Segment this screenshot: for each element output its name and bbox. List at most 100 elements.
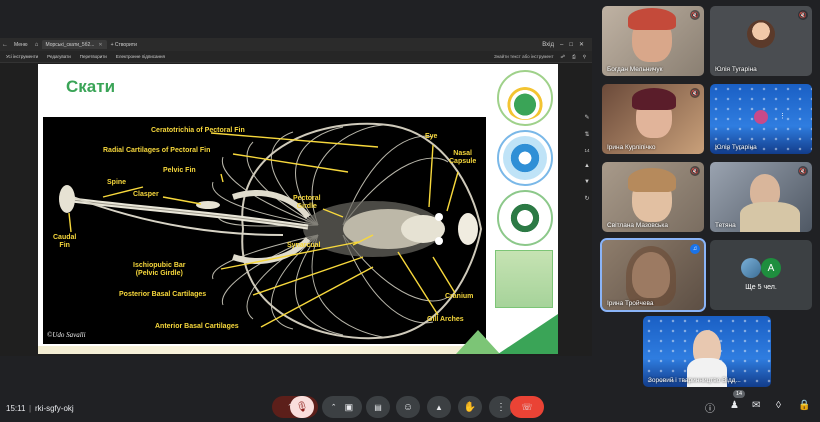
separator: | (29, 403, 32, 413)
label-synarcual: Synarcual (287, 242, 321, 249)
label-cranium: Cranium (445, 293, 474, 300)
more-options-icon[interactable]: ⋮ (779, 112, 786, 120)
label-posterior-basal: Posterior Basal Cartilages (119, 291, 207, 298)
close-window-icon[interactable]: ✕ (579, 41, 584, 48)
slide-decoration-light (456, 330, 500, 354)
search-icon[interactable]: ⚲ (583, 54, 586, 60)
participant-tile[interactable]: 🔇 Ірина Курліпічко (602, 84, 704, 154)
raise-hand-button[interactable]: ✋ (458, 396, 482, 418)
minimize-icon[interactable]: – (560, 42, 563, 48)
participant-hair (628, 8, 676, 30)
hand-icon: ✋ (463, 401, 477, 413)
toolbar-all-tools[interactable]: Усі інструменти (6, 54, 38, 59)
participant-name: Зоровий і тваринництво Відд... (648, 377, 741, 384)
mic-off-icon: 🎙 (295, 401, 309, 413)
emoji-icon: ☺ (402, 401, 414, 413)
camera-toggle-button[interactable]: ⌃ ▣ (322, 396, 362, 418)
label-pectoral-girdle: Pectoral Girdle (293, 195, 321, 210)
close-tab-icon[interactable]: ✕ (98, 42, 102, 48)
mic-off-icon: 🔇 (690, 166, 700, 176)
tab-menu[interactable]: Меню (10, 40, 32, 49)
refresh-icon[interactable]: ↻ (584, 195, 589, 202)
speaking-icon: ♫ (690, 244, 700, 254)
chevron-up-icon[interactable]: ⌃ (331, 403, 337, 411)
avatar-letter: А (761, 258, 781, 278)
present-button[interactable]: ▲ (427, 396, 451, 418)
share-icon[interactable]: ⇅ (584, 131, 589, 138)
mic-off-icon: 🔇 (690, 10, 700, 20)
toolbar-e-sign[interactable]: Електронне підписання (116, 54, 165, 59)
participant-tile[interactable]: 🔇 Богдан Мельничук (602, 6, 704, 76)
pin-icon[interactable] (754, 110, 768, 124)
mic-off-button[interactable]: 🎙 (290, 396, 314, 418)
document-toolbar: Усі інструменти Редагувати Перетворити Е… (0, 51, 592, 63)
more-participants-tile[interactable]: А Ще 5 чел. (710, 240, 812, 310)
maximize-icon[interactable]: □ (569, 42, 573, 48)
label-ischiopubic-bar: Ischiopubic Bar (Pelvic Girdle) (133, 262, 186, 277)
people-icon[interactable]: ♟ (730, 400, 739, 411)
shared-screen: ← Меню ⌂ Морські_скати_5б2... ✕ + Створи… (0, 38, 592, 356)
comment-icon[interactable]: ✎ (584, 114, 589, 121)
participant-name: Ірина Курліпічко (607, 144, 656, 151)
participant-hair (628, 168, 676, 192)
leave-call-button[interactable]: ☏ (510, 396, 544, 418)
scroll-down-icon[interactable]: ▼ (584, 179, 590, 185)
participant-name: Богдан Мельничук (607, 66, 663, 73)
present-screen-icon: ▲ (435, 402, 443, 412)
slide-bottom-stripe (38, 346, 478, 354)
home-icon[interactable]: ⌂ (32, 40, 42, 49)
slide-decoration (498, 314, 558, 354)
page-number: 14 (584, 148, 590, 153)
label-clasper: Clasper (133, 191, 159, 198)
slide-title: Скати (66, 77, 116, 96)
avatar (741, 258, 761, 278)
hang-up-icon: ☏ (521, 401, 533, 412)
avatar (747, 20, 775, 48)
meeting-controls-bar: 15:11 | rki-sgfy-okj ⌃ 🎙 ⌃ ▣ ▤ ☺ ▲ ✋ ⋮ ☏… (0, 390, 820, 422)
elephant-logo (497, 190, 553, 246)
link-icon[interactable]: ☍ (561, 54, 566, 60)
sign-in-label[interactable]: Вхід (542, 42, 554, 48)
label-nasal-capsule: Nasal Capsule (449, 150, 477, 165)
reactions-button[interactable]: ☺ (396, 396, 420, 418)
search-field[interactable]: Знайти текст або інструмент (494, 54, 554, 59)
document-side-tools: ✎ ⇅ 14 ▲ ▼ ↻ (582, 114, 592, 202)
participant-tile[interactable]: 🔇 Тетяна (710, 162, 812, 232)
tab-new[interactable]: + Створити (107, 40, 141, 49)
ray-skeleton-diagram: Ceratotrichia of Pectoral Fin Radial Car… (43, 117, 486, 344)
participant-hair (626, 246, 676, 306)
participant-tile[interactable]: 🔇 Юлія Тугаріна (710, 6, 812, 76)
tab-document[interactable]: Морські_скати_5б2... ✕ (41, 40, 107, 49)
participant-name: Тетяна (715, 222, 736, 229)
participant-tile[interactable]: ⋮ Юлія Тугаріна (710, 84, 812, 154)
scroll-up-icon[interactable]: ▲ (584, 163, 590, 169)
tab-document-label: Морські_скати_5б2... (45, 41, 95, 48)
camera-icon: ▣ (344, 401, 354, 412)
participant-tile[interactable]: Зоровий і тваринництво Відд... (643, 316, 771, 387)
mic-off-icon: 🔇 (690, 88, 700, 98)
info-icon[interactable]: ⓘ (705, 400, 715, 415)
captions-button[interactable]: ▤ (366, 396, 390, 418)
browser-tab-bar: ← Меню ⌂ Морські_скати_5б2... ✕ + Створи… (0, 38, 592, 51)
tab-menu-label: Меню (14, 41, 28, 48)
mic-off-icon: 🔇 (798, 10, 808, 20)
tab-new-label: + Створити (110, 41, 137, 48)
participant-count-badge: 14 (733, 390, 746, 398)
participant-clothing (740, 202, 800, 232)
toolbar-convert[interactable]: Перетворити (80, 54, 107, 59)
chat-icon[interactable]: ✉ (752, 400, 760, 411)
veterinary-logo (497, 130, 553, 186)
animals-club-logo (495, 250, 553, 308)
toolbar-edit[interactable]: Редагувати (47, 54, 71, 59)
participant-tile-speaking[interactable]: ♫ Ірина Тройчева (600, 238, 706, 312)
participant-name: Світлана Мазовська (607, 222, 669, 229)
host-controls-icon[interactable]: 🔒 (798, 400, 810, 411)
presentation-slide: Скати Ceratotrichia of Pectoral Fin Radi… (38, 64, 558, 354)
print-icon[interactable]: ⎙ (572, 54, 576, 59)
university-logo (497, 70, 553, 126)
activities-icon[interactable]: ◊ (776, 400, 781, 411)
back-icon[interactable]: ← (0, 40, 10, 49)
captions-icon: ▤ (374, 402, 382, 412)
label-radial-cartilages: Radial Cartilages of Pectoral Fin (103, 147, 211, 154)
participant-tile[interactable]: 🔇 Світлана Мазовська (602, 162, 704, 232)
